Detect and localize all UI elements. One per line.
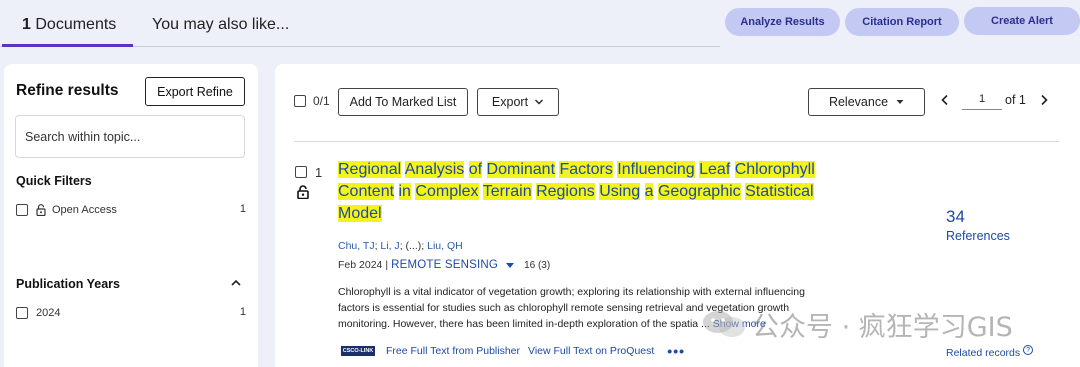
sort-dropdown[interactable]: Relevance <box>808 88 925 116</box>
title-word[interactable]: Chlorophyll <box>734 161 815 178</box>
references-label[interactable]: References <box>946 229 1010 243</box>
results-panel: 0/1 Add To Marked List Export Relevance … <box>275 64 1080 367</box>
title-word[interactable]: Geographic <box>657 183 741 200</box>
full-text-links: CSCO-LINK Free Full Text from Publisher … <box>341 343 685 359</box>
tab-you-may-also-like[interactable]: You may also like... <box>152 16 289 34</box>
author-link[interactable]: Liu, QH <box>427 240 463 252</box>
refine-sidebar: Refine results Export Refine Search with… <box>4 64 258 367</box>
author-link[interactable]: Li, J <box>380 240 399 252</box>
open-lock-icon <box>36 204 46 217</box>
refine-results-title: Refine results <box>16 82 119 99</box>
title-word[interactable]: Complex <box>415 183 479 200</box>
export-dropdown[interactable]: Export <box>477 88 559 116</box>
record-meta: Feb 2024 | REMOTE SENSING 16 (3) <box>338 259 550 271</box>
chevron-up-icon[interactable] <box>230 277 242 289</box>
related-records-link[interactable]: Related records <box>946 347 1020 359</box>
open-access-checkbox[interactable] <box>16 204 28 216</box>
open-access-lock-icon <box>297 185 309 199</box>
title-word[interactable]: in <box>398 183 411 200</box>
volume-issue: 16 (3) <box>524 259 551 271</box>
record-number: 1 <box>315 165 323 180</box>
search-within-topic-input[interactable]: Search within topic... <box>15 115 245 158</box>
record-title-link[interactable]: Regional Analysis of Dominant Factors In… <box>338 159 818 225</box>
title-word[interactable]: Regional <box>338 161 402 178</box>
selected-count: 0/1 <box>313 94 330 108</box>
title-word[interactable]: Factors <box>559 161 613 178</box>
previous-page-icon[interactable] <box>940 94 950 106</box>
page-number-input[interactable]: 1 <box>962 92 1002 110</box>
open-access-label: Open Access <box>52 204 117 216</box>
create-alert-button[interactable]: Create Alert <box>964 7 1080 35</box>
free-full-text-link[interactable]: Free Full Text from Publisher <box>386 345 520 357</box>
publication-date: Feb 2024 <box>338 259 383 271</box>
title-word[interactable]: Influencing <box>617 161 695 178</box>
title-word[interactable]: Content <box>338 183 395 200</box>
title-word[interactable]: Leaf <box>699 161 731 178</box>
author-link[interactable]: Chu, TJ <box>338 240 375 252</box>
citation-report-button[interactable]: Citation Report <box>845 8 959 36</box>
more-options-icon[interactable]: ••• <box>667 343 685 359</box>
title-word[interactable]: Terrain <box>482 183 532 200</box>
csco-link-logo[interactable]: CSCO-LINK <box>341 346 375 356</box>
title-word[interactable]: Analysis <box>404 161 465 178</box>
year-2024-label: 2024 <box>36 307 61 319</box>
title-word[interactable]: Statistical <box>745 183 814 200</box>
export-label: Export <box>491 95 529 109</box>
title-word[interactable]: Dominant <box>486 161 556 178</box>
documents-count: 1 <box>22 16 31 33</box>
journal-link[interactable]: REMOTE SENSING <box>391 259 498 271</box>
toolbar-divider <box>294 141 1059 142</box>
title-word[interactable]: a <box>644 183 654 200</box>
export-refine-button[interactable]: Export Refine <box>145 77 245 106</box>
open-access-count: 1 <box>239 203 246 215</box>
analyze-results-button[interactable]: Analyze Results <box>725 8 840 36</box>
documents-label: Documents <box>35 16 117 33</box>
publication-years-title: Publication Years <box>16 277 120 291</box>
sort-label: Relevance <box>828 95 889 109</box>
select-all-checkbox[interactable] <box>294 95 306 107</box>
active-tab-indicator <box>2 44 133 47</box>
next-page-icon[interactable] <box>1039 94 1049 106</box>
record-checkbox[interactable] <box>295 166 307 178</box>
journal-caret-icon[interactable] <box>506 262 515 268</box>
chevron-down-icon <box>535 99 544 105</box>
record-authors: Chu, TJ; Li, J; (...); Liu, QH <box>338 240 463 252</box>
quick-filters-title: Quick Filters <box>16 174 92 188</box>
meta-separator: | <box>385 259 389 271</box>
filter-open-access[interactable]: Open Access 1 <box>16 202 246 218</box>
add-to-marked-list-button[interactable]: Add To Marked List <box>338 88 468 116</box>
title-word[interactable]: of <box>468 161 483 178</box>
tab-documents[interactable]: 1 Documents <box>22 16 116 34</box>
title-word[interactable]: Using <box>599 183 641 200</box>
year-2024-count: 1 <box>239 306 246 318</box>
caret-down-icon <box>896 100 904 104</box>
related-records: Related records ? <box>946 345 1034 359</box>
help-icon[interactable]: ? <box>1023 345 1034 355</box>
page-total: of 1 <box>1005 93 1026 107</box>
author-separator: ; (...); <box>399 240 428 252</box>
title-word[interactable]: Model <box>338 205 382 222</box>
filter-year-2024[interactable]: 2024 1 <box>16 305 246 321</box>
record-abstract: Chlorophyll is a vital indicator of vege… <box>338 284 828 332</box>
title-word[interactable]: Regions <box>536 183 595 200</box>
references-count[interactable]: 34 <box>946 207 965 227</box>
proquest-link[interactable]: View Full Text on ProQuest <box>528 345 654 357</box>
results-tabs: 1 Documents You may also like... <box>0 0 720 47</box>
year-2024-checkbox[interactable] <box>16 307 28 319</box>
show-more-link[interactable]: Show more <box>713 318 766 330</box>
